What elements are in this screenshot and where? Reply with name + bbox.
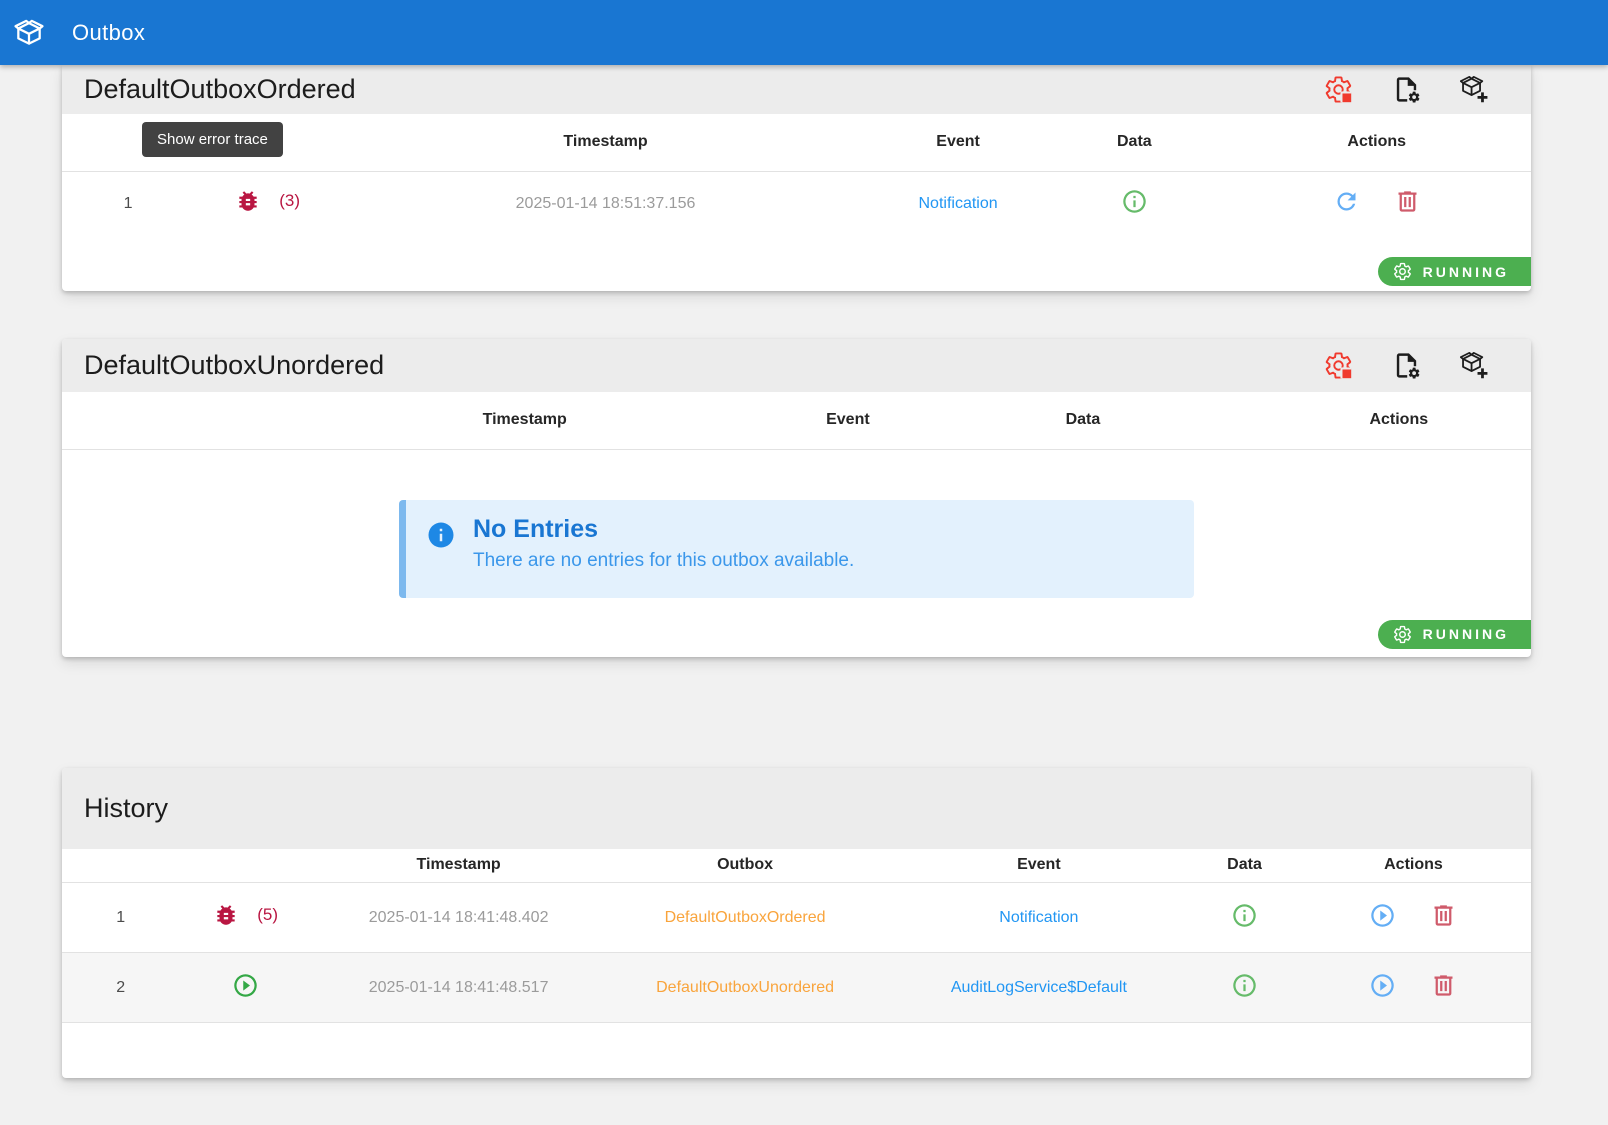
- info-icon[interactable]: [1231, 972, 1258, 999]
- retry-icon[interactable]: [1333, 188, 1360, 215]
- row-timestamp: 2025-01-14 18:51:37.156: [341, 171, 870, 236]
- column-timestamp: Timestamp: [341, 114, 870, 171]
- badge-zone: RUNNING: [62, 236, 1531, 291]
- outbox-name: DefaultOutboxOrdered: [665, 909, 826, 926]
- column-actions: Actions: [1267, 392, 1531, 449]
- main-content: DefaultOutboxOrdered: [0, 65, 1608, 1078]
- event-link[interactable]: Notification: [918, 195, 997, 212]
- no-entries-alert: No Entries There are no entries for this…: [399, 500, 1194, 598]
- card-title: DefaultOutboxOrdered: [84, 74, 356, 105]
- info-icon: [426, 520, 456, 550]
- event-link[interactable]: AuditLogService$Default: [951, 979, 1127, 996]
- success-play-icon: [232, 972, 259, 999]
- column-spacer: [62, 849, 180, 883]
- history-table: Timestamp Outbox Event Data Actions 1 (: [62, 849, 1531, 1024]
- row-index: 2: [116, 979, 125, 996]
- file-cog-icon[interactable]: [1391, 351, 1421, 381]
- column-data: Data: [899, 392, 1266, 449]
- stop-service-icon[interactable]: [1323, 351, 1353, 381]
- table-row: 1 (3) 2025-01-14 18:51:37.156 Notificati…: [62, 171, 1531, 236]
- package-icon: [12, 16, 46, 50]
- gear-icon: [1393, 262, 1412, 281]
- delete-icon[interactable]: [1394, 188, 1421, 215]
- error-count: (5): [257, 905, 278, 925]
- card-header: History: [62, 768, 1531, 849]
- column-data: Data: [1193, 849, 1296, 883]
- page: Outbox DefaultOutboxOrdered: [0, 0, 1608, 1078]
- status-badge: RUNNING: [1378, 620, 1531, 649]
- history-row: 2 2025-01-14 18:41:48.517 DefaultOutboxU…: [62, 953, 1531, 1023]
- status-label: RUNNING: [1423, 264, 1509, 280]
- column-spacer: [62, 392, 253, 449]
- alert-title: No Entries: [473, 515, 854, 544]
- alert-message: There are no entries for this outbox ava…: [473, 550, 854, 572]
- card-header-actions: [1323, 351, 1489, 381]
- replay-icon[interactable]: [1369, 972, 1396, 999]
- row-timestamp: 2025-01-14 18:41:48.517: [312, 953, 606, 1023]
- status-badge: RUNNING: [1378, 257, 1531, 286]
- row-timestamp: 2025-01-14 18:41:48.402: [312, 883, 606, 953]
- delete-icon[interactable]: [1430, 902, 1457, 929]
- file-cog-icon[interactable]: [1391, 75, 1421, 105]
- column-event: Event: [885, 849, 1193, 883]
- bug-icon: [213, 902, 239, 928]
- add-package-icon[interactable]: [1459, 75, 1489, 105]
- row-index: 1: [124, 195, 133, 212]
- info-icon[interactable]: [1231, 902, 1258, 929]
- column-event: Event: [796, 392, 899, 449]
- outbox-card-ordered: DefaultOutboxOrdered: [62, 65, 1531, 291]
- table-header-row: Timestamp Outbox Event Data Actions: [62, 849, 1531, 883]
- column-actions: Actions: [1296, 849, 1531, 883]
- column-outbox: Outbox: [606, 849, 885, 883]
- outbox-table: Timestamp Event Data Actions: [62, 392, 1531, 450]
- card-title: History: [84, 793, 168, 824]
- card-header: DefaultOutboxOrdered: [62, 65, 1531, 114]
- column-event: Event: [870, 114, 1046, 171]
- status-label: RUNNING: [1423, 626, 1509, 642]
- app-title: Outbox: [72, 20, 145, 46]
- history-card: History Timestamp Outbox Event Data Act: [62, 768, 1531, 1079]
- stop-service-icon[interactable]: [1323, 75, 1353, 105]
- column-spacer: [180, 849, 312, 883]
- add-package-icon[interactable]: [1459, 351, 1489, 381]
- card-title: DefaultOutboxUnordered: [84, 350, 384, 381]
- error-count: (3): [279, 191, 300, 211]
- error-trace-button[interactable]: (3): [235, 188, 300, 214]
- tooltip: Show error trace: [142, 122, 283, 157]
- delete-icon[interactable]: [1430, 972, 1457, 999]
- gear-icon: [1393, 625, 1412, 644]
- column-timestamp: Timestamp: [253, 392, 797, 449]
- card-header-actions: [1323, 75, 1489, 105]
- app-bar: Outbox: [0, 0, 1608, 65]
- table-header-row: Timestamp Event Data Actions: [62, 392, 1531, 449]
- column-data: Data: [1046, 114, 1222, 171]
- row-index: 1: [116, 909, 125, 926]
- replay-icon[interactable]: [1369, 902, 1396, 929]
- card-header: DefaultOutboxUnordered: [62, 339, 1531, 392]
- outbox-name: DefaultOutboxUnordered: [656, 979, 834, 996]
- event-link[interactable]: Notification: [999, 909, 1078, 926]
- column-timestamp: Timestamp: [312, 849, 606, 883]
- error-trace-button[interactable]: (5): [213, 902, 278, 928]
- outbox-card-unordered: DefaultOutboxUnordered: [62, 339, 1531, 657]
- history-row: 1 (5) 2025-01-14 18:41:48.402 DefaultOut…: [62, 883, 1531, 953]
- info-icon[interactable]: [1121, 188, 1148, 215]
- bug-icon: [235, 188, 261, 214]
- column-actions: Actions: [1222, 114, 1531, 171]
- empty-state-wrap: No Entries There are no entries for this…: [62, 450, 1531, 657]
